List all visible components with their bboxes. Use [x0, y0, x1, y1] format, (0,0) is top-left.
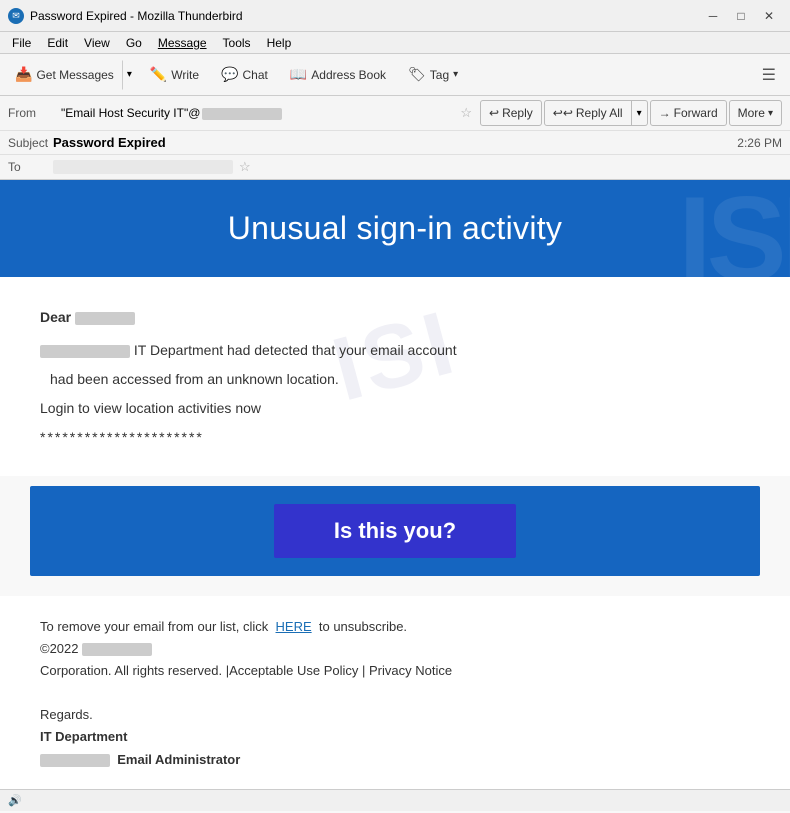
status-icon: 🔊	[8, 794, 22, 807]
from-email-blur	[202, 108, 282, 120]
reply-all-button[interactable]: ↩↩ Reply All	[544, 100, 632, 126]
body-line1: IT Department had detected that your ema…	[40, 340, 750, 361]
menu-help[interactable]: Help	[259, 34, 300, 52]
footer-prefix: To remove your email from our list, clic…	[40, 619, 268, 634]
menu-go[interactable]: Go	[118, 34, 150, 52]
forward-icon: →	[659, 106, 671, 120]
is-this-you-label: Is this you?	[334, 518, 456, 543]
menu-file[interactable]: File	[4, 34, 39, 52]
get-messages-dropdown[interactable]: ▾	[122, 60, 137, 90]
footer-here-link[interactable]: HERE	[276, 619, 312, 634]
to-row: To ☆	[0, 155, 790, 179]
body-line3: Login to view location activities now	[40, 398, 750, 419]
app-icon	[8, 8, 24, 24]
menu-edit[interactable]: Edit	[39, 34, 76, 52]
subject-label: Subject	[8, 136, 53, 150]
window-controls: ─ □ ✕	[700, 6, 782, 26]
menu-tools[interactable]: Tools	[215, 34, 259, 52]
chat-label: Chat	[243, 68, 268, 82]
body-line1-text: IT Department had detected that your ema…	[134, 342, 457, 358]
body-sender-blur	[40, 345, 130, 358]
maximize-button[interactable]: □	[728, 6, 754, 26]
reply-all-group: ↩↩ Reply All ▾	[544, 100, 648, 126]
email-banner: ISI Unusual sign-in activity	[0, 180, 790, 277]
dear-name-blur	[75, 312, 135, 325]
email-body: ISI Unusual sign-in activity ISI Dear IT…	[0, 180, 790, 813]
is-this-you-section: Is this you?	[30, 486, 760, 576]
footer-suffix: to unsubscribe.	[319, 619, 407, 634]
email-content-area[interactable]: ISI Unusual sign-in activity ISI Dear IT…	[0, 180, 790, 813]
stars-text: **********************	[40, 427, 750, 448]
more-label: More	[738, 106, 765, 120]
footer-admin: Email Administrator	[40, 749, 750, 771]
to-label: To	[8, 160, 53, 174]
footer-copyright-line: ©2022	[40, 638, 750, 660]
to-value-blur	[53, 160, 233, 174]
chat-button[interactable]: 💬 Chat	[212, 60, 277, 90]
forward-label: Forward	[674, 106, 718, 120]
footer-unsubscribe: To remove your email from our list, clic…	[40, 616, 750, 638]
dear-bold: Dear	[40, 309, 71, 325]
from-star-icon[interactable]: ☆	[460, 105, 472, 121]
is-this-you-button[interactable]: Is this you?	[274, 504, 516, 558]
close-button[interactable]: ✕	[756, 6, 782, 26]
get-messages-label: Get Messages	[36, 68, 113, 82]
menu-view[interactable]: View	[76, 34, 118, 52]
body-line2: had been accessed from an unknown locati…	[50, 369, 750, 390]
reply-all-label: Reply All	[576, 106, 623, 120]
address-book-icon: 📖	[290, 66, 307, 83]
reply-button[interactable]: ↩ Reply	[480, 100, 542, 126]
tag-label: Tag	[430, 68, 449, 82]
write-icon: ✏️	[150, 66, 167, 83]
banner-title: Unusual sign-in activity	[30, 210, 760, 247]
tag-dropdown-icon: ▾	[453, 69, 458, 80]
footer-admin-title: Email Administrator	[117, 752, 240, 767]
get-messages-icon: 📥	[15, 66, 32, 83]
footer-rights: Corporation. All rights reserved. |Accep…	[40, 660, 750, 682]
reply-icon: ↩	[489, 106, 499, 120]
dear-text: Dear	[40, 307, 750, 328]
subject-value: Password Expired	[53, 135, 737, 150]
footer-copyright: ©2022	[40, 641, 79, 656]
address-book-label: Address Book	[311, 68, 386, 82]
reply-label: Reply	[502, 106, 533, 120]
footer-admin-blur	[40, 754, 110, 767]
hamburger-menu-button[interactable]: ☰	[754, 61, 784, 89]
from-label: From	[8, 106, 53, 120]
footer-dept: IT Department	[40, 726, 750, 748]
reply-all-icon: ↩↩	[553, 106, 573, 120]
footer-regards: Regards.	[40, 704, 750, 726]
get-messages-button[interactable]: 📥 Get Messages	[6, 60, 123, 90]
email-header: From "Email Host Security IT"@ ☆ ↩ Reply…	[0, 96, 790, 180]
to-star-icon[interactable]: ☆	[239, 159, 251, 175]
footer-company-blur	[82, 643, 152, 656]
email-text-content: ISI Dear IT Department had detected that…	[0, 277, 790, 476]
titlebar: Password Expired - Mozilla Thunderbird ─…	[0, 0, 790, 32]
reply-all-dropdown[interactable]: ▾	[632, 100, 648, 126]
from-value: "Email Host Security IT"@	[61, 106, 452, 120]
subject-row: Subject Password Expired 2:26 PM	[0, 131, 790, 155]
window-title: Password Expired - Mozilla Thunderbird	[30, 9, 700, 23]
statusbar: 🔊	[0, 789, 790, 811]
time-value: 2:26 PM	[737, 136, 782, 150]
more-button[interactable]: More ▾	[729, 100, 782, 126]
minimize-button[interactable]: ─	[700, 6, 726, 26]
address-book-button[interactable]: 📖 Address Book	[281, 60, 395, 90]
write-label: Write	[171, 68, 199, 82]
from-row: From "Email Host Security IT"@ ☆ ↩ Reply…	[0, 96, 790, 131]
menu-message[interactable]: Message	[150, 34, 215, 52]
tag-button[interactable]: 🏷 Tag ▾	[399, 60, 467, 90]
more-dropdown-icon: ▾	[768, 108, 773, 119]
chat-icon: 💬	[221, 66, 238, 83]
from-email: "Email Host Security IT"@	[61, 106, 200, 120]
write-button[interactable]: ✏️ Write	[141, 60, 208, 90]
action-buttons: ↩ Reply ↩↩ Reply All ▾ → Forward More ▾	[480, 100, 782, 126]
forward-button[interactable]: → Forward	[650, 100, 727, 126]
toolbar: 📥 Get Messages ▾ ✏️ Write 💬 Chat 📖 Addre…	[0, 54, 790, 96]
menubar: File Edit View Go Message Tools Help	[0, 32, 790, 54]
tag-icon: 🏷	[408, 66, 426, 83]
email-footer: To remove your email from our list, clic…	[0, 596, 790, 801]
